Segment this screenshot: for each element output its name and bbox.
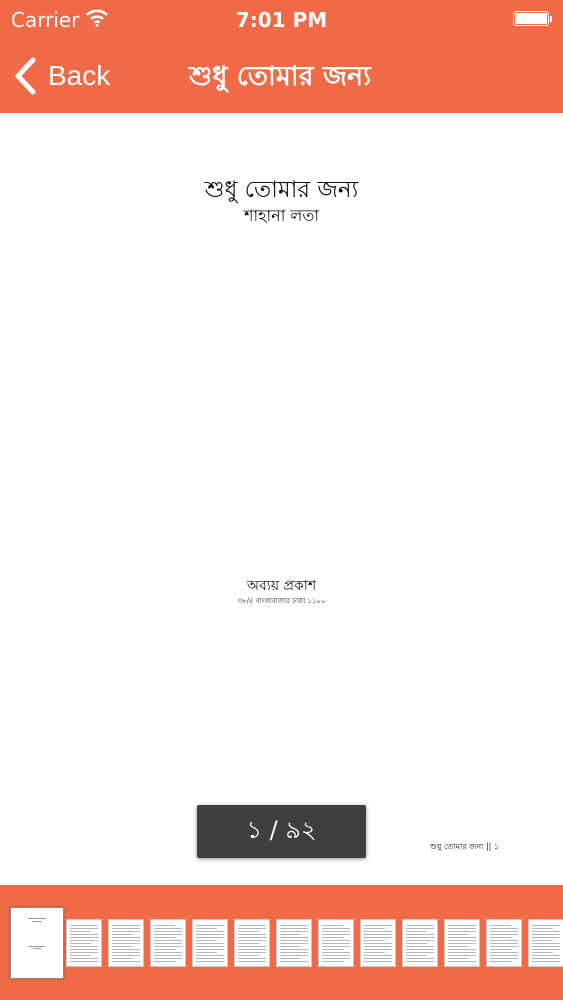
page-counter: ১ / ৯২ [197,805,366,858]
page-footer: শুধু তোমার জন্য || ১ [430,842,500,851]
status-bar: Carrier 7:01 PM [0,0,563,38]
back-button[interactable]: Back [12,54,110,98]
back-label: Back [48,60,111,91]
back-chevron-icon [15,57,36,95]
page-thumbnail[interactable] [10,907,64,979]
page-thumbnail[interactable] [402,919,438,967]
header: Carrier 7:01 PM Back শুধু তোমার জন্য [0,0,563,113]
page-thumbnail[interactable] [108,919,144,967]
status-time: 7:01 PM [235,8,328,32]
publisher-address: ৩৮/৪ বাংলাবাজার ঢাকা ১১০০ [237,597,326,605]
page-thumbnail[interactable] [486,919,522,967]
navigation-bar: Back শুধু তোমার জন্য [0,38,563,113]
page-thumbnail[interactable] [150,919,186,967]
battery-icon [513,11,552,26]
page-thumbnail[interactable] [234,919,270,967]
thumbnail-strip[interactable] [0,885,563,1000]
page-thumbnail[interactable] [318,919,354,967]
page-thumbnail[interactable] [66,919,102,967]
page-thumbnail[interactable] [192,919,228,967]
page-thumbnail[interactable] [444,919,480,967]
book-page[interactable]: শুধু তোমার জন্য শাহানা লতা অব্যয় প্রকাশ… [0,113,563,885]
page-thumbnail[interactable] [528,919,563,967]
book-author: শাহানা লতা [244,206,319,225]
nav-title: শুধু তোমার জন্য [189,61,371,92]
page-thumbnail[interactable] [276,919,312,967]
page-thumbnail[interactable] [360,919,396,967]
